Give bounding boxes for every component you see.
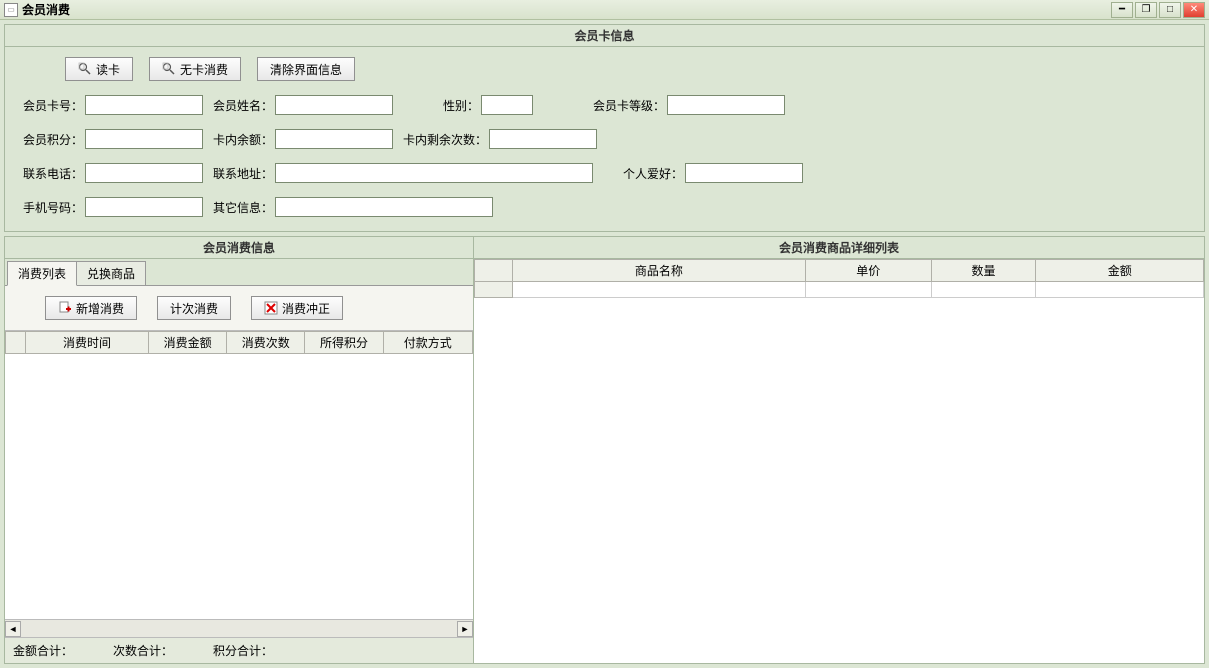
table-row[interactable] — [475, 282, 1204, 298]
consume-grid-body — [5, 354, 473, 619]
search-icon — [78, 62, 92, 76]
scroll-right-arrow[interactable]: ► — [457, 621, 473, 637]
consume-tabs: 消费列表 兑换商品 — [5, 259, 473, 286]
clear-button[interactable]: 清除界面信息 — [257, 57, 355, 81]
card-no-input[interactable] — [85, 95, 203, 115]
level-label: 会员卡等级： — [593, 97, 665, 114]
grid-corner — [475, 260, 513, 282]
remain-times-label: 卡内剩余次数： — [403, 131, 487, 148]
name-input[interactable] — [275, 95, 393, 115]
scroll-left-arrow[interactable]: ◄ — [5, 621, 21, 637]
mobile-label: 手机号码： — [23, 199, 83, 216]
detail-list-panel: 会员消费商品详细列表 商品名称 单价 数量 金额 — [474, 236, 1205, 664]
amount-total-label: 金额合计： — [13, 642, 73, 659]
gender-label: 性别： — [443, 97, 479, 114]
document-plus-icon — [58, 301, 72, 315]
titlebar: ▭ 会员消费 ━ ❐ □ ✕ — [0, 0, 1209, 20]
app-icon: ▭ — [4, 3, 18, 17]
grid-corner — [6, 332, 26, 354]
contact-addr-input[interactable] — [275, 163, 593, 183]
col-count[interactable]: 消费次数 — [227, 332, 305, 354]
other-input[interactable] — [275, 197, 493, 217]
detail-grid[interactable]: 商品名称 单价 数量 金额 — [474, 259, 1204, 298]
reverse-label: 消费冲正 — [282, 300, 330, 317]
read-card-button[interactable]: 读卡 — [65, 57, 133, 81]
col-time[interactable]: 消费时间 — [26, 332, 149, 354]
window-title: 会员消费 — [22, 1, 70, 18]
col-points[interactable]: 所得积分 — [305, 332, 383, 354]
consume-info-panel: 会员消费信息 消费列表 兑换商品 新增消费 计次消费 — [4, 236, 474, 664]
no-card-label: 无卡消费 — [180, 61, 228, 78]
other-label: 其它信息： — [213, 199, 273, 216]
points-label: 会员积分： — [23, 131, 83, 148]
detail-list-title: 会员消费商品详细列表 — [474, 237, 1204, 259]
card-no-label: 会员卡号： — [23, 97, 83, 114]
count-consume-label: 计次消费 — [170, 300, 218, 317]
hobby-label: 个人爱好： — [623, 165, 683, 182]
card-info-section: 会员卡信息 读卡 无卡消费 清除界面信息 会员卡号： — [4, 24, 1205, 232]
consume-info-title: 会员消费信息 — [5, 237, 473, 259]
col-detail-amount[interactable]: 金额 — [1036, 260, 1204, 282]
card-info-title: 会员卡信息 — [5, 25, 1204, 47]
hobby-input[interactable] — [685, 163, 803, 183]
tab-consume-list[interactable]: 消费列表 — [7, 261, 77, 286]
remain-times-input[interactable] — [489, 129, 597, 149]
contact-addr-label: 联系地址： — [213, 165, 273, 182]
restore-button[interactable]: ❐ — [1135, 2, 1157, 18]
level-input[interactable] — [667, 95, 785, 115]
consume-footer: 金额合计： 次数合计： 积分合计： — [5, 637, 473, 663]
balance-input[interactable] — [275, 129, 393, 149]
card-info-toolbar: 读卡 无卡消费 清除界面信息 — [5, 47, 1204, 91]
h-scrollbar[interactable]: ◄ ► — [5, 619, 473, 637]
tab-exchange[interactable]: 兑换商品 — [76, 261, 146, 286]
col-price[interactable]: 单价 — [805, 260, 931, 282]
consume-grid[interactable]: 消费时间 消费金额 消费次数 所得积分 付款方式 — [5, 331, 473, 354]
detail-grid-body — [474, 298, 1204, 663]
count-total-label: 次数合计： — [113, 642, 173, 659]
read-card-label: 读卡 — [96, 61, 120, 78]
contact-phone-input[interactable] — [85, 163, 203, 183]
points-total-label: 积分合计： — [213, 642, 273, 659]
clear-label: 清除界面信息 — [270, 61, 342, 78]
points-input[interactable] — [85, 129, 203, 149]
maximize-button[interactable]: □ — [1159, 2, 1181, 18]
reverse-button[interactable]: 消费冲正 — [251, 296, 343, 320]
col-qty[interactable]: 数量 — [931, 260, 1036, 282]
mobile-input[interactable] — [85, 197, 203, 217]
cancel-icon — [264, 301, 278, 315]
minimize-button[interactable]: ━ — [1111, 2, 1133, 18]
gender-input[interactable] — [481, 95, 533, 115]
col-paymethod[interactable]: 付款方式 — [383, 332, 472, 354]
new-consume-button[interactable]: 新增消费 — [45, 296, 137, 320]
no-card-button[interactable]: 无卡消费 — [149, 57, 241, 81]
count-consume-button[interactable]: 计次消费 — [157, 296, 231, 320]
balance-label: 卡内余额： — [213, 131, 273, 148]
contact-phone-label: 联系电话： — [23, 165, 83, 182]
search-icon — [162, 62, 176, 76]
new-consume-label: 新增消费 — [76, 300, 124, 317]
col-amount[interactable]: 消费金额 — [149, 332, 227, 354]
col-product[interactable]: 商品名称 — [512, 260, 805, 282]
name-label: 会员姓名： — [213, 97, 273, 114]
close-button[interactable]: ✕ — [1183, 2, 1205, 18]
